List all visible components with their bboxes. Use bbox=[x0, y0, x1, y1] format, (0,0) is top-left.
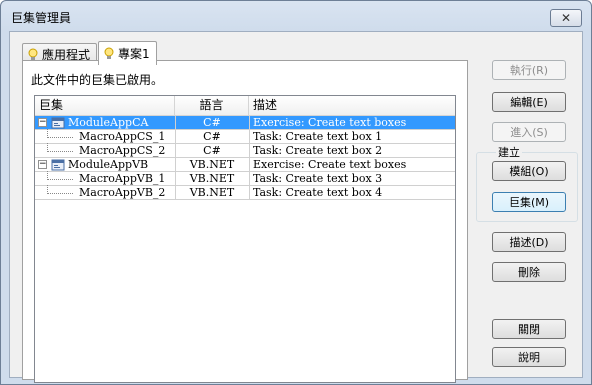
lightbulb-icon bbox=[104, 47, 114, 59]
tree-connector bbox=[47, 193, 73, 194]
window-title: 巨集管理員 bbox=[11, 11, 72, 25]
tree-connector bbox=[47, 129, 48, 138]
language-cell: C# bbox=[203, 144, 221, 157]
module-icon bbox=[51, 117, 65, 129]
run-button[interactable]: 執行(R) bbox=[492, 60, 566, 80]
macro-name-cell: ModuleAppVB bbox=[68, 158, 149, 171]
close-button[interactable]: 關閉 bbox=[492, 319, 566, 339]
description-cell: Task: Create text box 1 bbox=[253, 130, 383, 143]
description-button[interactable]: 描述(D) bbox=[492, 232, 566, 252]
status-text: 此文件中的巨集已啟用。 bbox=[31, 73, 164, 87]
table-row[interactable]: MacroAppCS_2 C# Task: Create text box 2 bbox=[35, 143, 455, 158]
delete-button[interactable]: 刪除 bbox=[492, 262, 566, 282]
language-cell: C# bbox=[203, 130, 221, 143]
table-row[interactable]: − ModuleAppCA C# Exercise: Create text boxe… bbox=[35, 116, 455, 130]
macro-name-cell: MacroAppVB_1 bbox=[79, 172, 166, 185]
close-icon: ✕ bbox=[560, 11, 572, 25]
description-cell: Task: Create text box 3 bbox=[253, 172, 383, 185]
macro-tree-grid[interactable]: 巨集 語言 描述 − ModuleAppCA C# Exercise: Create … bbox=[34, 95, 456, 383]
tree-connector bbox=[47, 185, 48, 194]
create-group-label: 建立 bbox=[496, 144, 522, 160]
language-cell: VB.NET bbox=[189, 158, 235, 171]
column-header-macro[interactable]: 巨集 bbox=[35, 96, 175, 116]
description-cell: Exercise: Create text boxes bbox=[253, 158, 407, 171]
close-window-button[interactable]: ✕ bbox=[550, 9, 582, 27]
macro-button[interactable]: 巨集(M) bbox=[492, 192, 566, 212]
edit-button[interactable]: 編輯(E) bbox=[492, 92, 566, 112]
column-header-description[interactable]: 描述 bbox=[249, 96, 455, 116]
column-divider bbox=[249, 116, 250, 200]
tree-connector bbox=[47, 171, 48, 180]
table-row[interactable]: MacroAppVB_2 VB.NET Task: Create text box … bbox=[35, 185, 455, 200]
column-header-language[interactable]: 語言 bbox=[175, 96, 249, 116]
module-button[interactable]: 模組(O) bbox=[492, 161, 566, 181]
table-row[interactable]: MacroAppVB_1 VB.NET Task: Create text box … bbox=[35, 171, 455, 186]
tab-project1[interactable]: 專案1 bbox=[98, 41, 157, 65]
description-cell: Exercise: Create text boxes bbox=[253, 116, 407, 129]
tree-connector bbox=[47, 143, 48, 152]
title-bar: 巨集管理員 ✕ bbox=[1, 1, 591, 31]
tree-connector bbox=[47, 137, 73, 138]
macro-name-cell: ModuleAppCA bbox=[68, 116, 149, 129]
table-row[interactable]: − ModuleAppVB VB.NET Exercise: Create text … bbox=[35, 158, 455, 172]
tree-connector bbox=[47, 151, 73, 152]
language-cell: VB.NET bbox=[189, 186, 235, 199]
step-into-button[interactable]: 進入(S) bbox=[492, 122, 566, 142]
tab-label: 專案1 bbox=[118, 47, 150, 61]
macro-name-cell: MacroAppCS_2 bbox=[79, 144, 166, 157]
module-icon bbox=[51, 159, 65, 171]
macro-name-cell: MacroAppVB_2 bbox=[79, 186, 166, 199]
language-cell: C# bbox=[203, 116, 221, 129]
column-divider bbox=[175, 116, 176, 200]
collapse-toggle-icon[interactable]: − bbox=[38, 160, 47, 169]
help-button[interactable]: 說明 bbox=[492, 347, 566, 367]
tree-connector bbox=[47, 179, 73, 180]
grid-header: 巨集 語言 描述 bbox=[35, 96, 455, 116]
macro-manager-window: 巨集管理員 ✕ 應用程式 專案1 此文件中的巨集已啟用。 巨集 語言 描述 − … bbox=[0, 0, 592, 385]
collapse-toggle-icon[interactable]: − bbox=[38, 118, 47, 127]
description-cell: Task: Create text box 2 bbox=[253, 144, 383, 157]
dialog-body: 應用程式 專案1 此文件中的巨集已啟用。 巨集 語言 描述 − ModuleApp… bbox=[9, 31, 583, 383]
description-cell: Task: Create text box 4 bbox=[253, 186, 383, 199]
language-cell: VB.NET bbox=[189, 172, 235, 185]
macro-name-cell: MacroAppCS_1 bbox=[79, 130, 166, 143]
table-row[interactable]: MacroAppCS_1 C# Task: Create text box 1 bbox=[35, 129, 455, 144]
